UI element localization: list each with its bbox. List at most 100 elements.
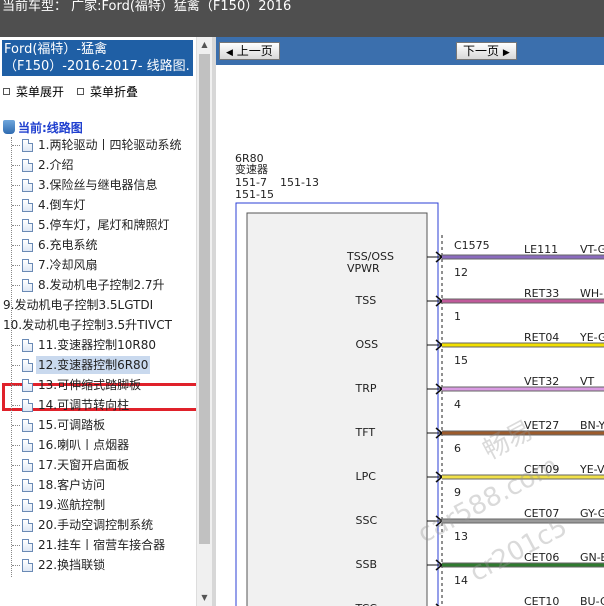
tree-item[interactable]: 1.两轮驱动丨四轮驱动系统 [0, 135, 196, 155]
tree-item-label: 1.两轮驱动丨四轮驱动系统 [38, 138, 182, 152]
square-icon [3, 88, 10, 95]
prev-page-button[interactable]: ◀ 上一页 [219, 42, 280, 60]
tree-item-label: 15.可调踏板 [38, 418, 106, 432]
wire-color-code: VT-G [580, 243, 604, 256]
document-icon [22, 199, 33, 212]
pin-number: 13 [454, 530, 468, 543]
pin-signal-label: SSC [355, 514, 378, 527]
document-icon [22, 499, 33, 512]
pin-signal-label: OSS [355, 338, 379, 351]
tree-item[interactable]: 3.保险丝与继电器信息 [0, 175, 196, 195]
document-icon [22, 539, 33, 552]
tree-branch-line [12, 225, 20, 226]
document-icon [22, 179, 33, 192]
tree-branch-line [12, 285, 20, 286]
tree-branch-line [12, 205, 20, 206]
circuit-code: CET07 [524, 507, 560, 520]
tree-item[interactable]: 7.冷却风扇 [0, 255, 196, 275]
tree-branch-line [12, 405, 20, 406]
tree-item-label: 13.可伸缩式踏脚板 [38, 378, 142, 392]
tree-branch-line [12, 545, 20, 546]
next-page-button[interactable]: 下一页 ▶ [456, 42, 517, 60]
tree-item-label: 20.手动空调控制系统 [38, 518, 154, 532]
tree-item[interactable]: 5.停车灯，尾灯和牌照灯 [0, 215, 196, 235]
pin-number: 14 [454, 574, 468, 587]
collapse-menu-button[interactable]: 菜单折叠 [77, 83, 138, 100]
tree-item[interactable]: 22.换挡联锁 [0, 555, 196, 575]
wire-color-code: YE-V [580, 463, 604, 476]
model-header-line1: Ford(福特）-猛禽 [4, 42, 108, 57]
pin-signal-label: SSB [355, 558, 378, 571]
scroll-up-icon[interactable]: ▲ [197, 37, 212, 53]
circuit-code: CET09 [524, 463, 560, 476]
model-header: Ford(福特）-猛禽 （F150）-2016-2017- 线路图. [2, 40, 193, 76]
document-icon [22, 419, 33, 432]
tree-item-label: 6.充电系统 [38, 238, 98, 252]
pin-signal-label: LPC [355, 470, 376, 483]
tree-item[interactable]: 18.客户访问 [0, 475, 196, 495]
tree-item-label: 9.发动机电子控制3.5LGTDI [3, 298, 154, 312]
tree-item[interactable]: 19.巡航控制 [0, 495, 196, 515]
circuit-code: CET06 [524, 551, 560, 564]
tree-item[interactable]: 2.介绍 [0, 155, 196, 175]
left-scrollbar[interactable]: ▲ ▼ [196, 37, 212, 606]
tree-item-label: 7.冷却风扇 [38, 258, 98, 272]
document-icon [22, 379, 33, 392]
tree-item[interactable]: 12.变速器控制6R80 [0, 355, 196, 375]
pin-number: 1 [454, 310, 461, 323]
tree-item-label: 21.挂车丨宿营车接合器 [38, 538, 166, 552]
circuit-code: CET10 [524, 595, 560, 606]
wire-color-code: BU-G [580, 595, 604, 606]
tree-item[interactable]: 10.发动机电子控制3.5升TIVCT [0, 315, 196, 335]
circuit-code: VET32 [524, 375, 560, 388]
tree-item[interactable]: 21.挂车丨宿营车接合器 [0, 535, 196, 555]
tree-item-label: 12.变速器控制6R80 [36, 356, 151, 374]
expand-menu-button[interactable]: 菜单展开 [3, 83, 64, 100]
tree-item[interactable]: 8.发动机电子控制2.7升 [0, 275, 196, 295]
document-icon [22, 159, 33, 172]
document-icon [22, 559, 33, 572]
wire-color-code: WH- [580, 287, 604, 300]
document-icon [22, 259, 33, 272]
tree-item-label: 19.巡航控制 [38, 498, 106, 512]
tree-branch-line [12, 445, 20, 446]
document-icon [22, 399, 33, 412]
tree-item[interactable]: 6.充电系统 [0, 235, 196, 255]
tree-branch-line [12, 385, 20, 386]
scroll-thumb[interactable] [199, 54, 210, 544]
pin-number: 15 [454, 354, 468, 367]
pin-number: 12 [454, 266, 468, 279]
pin-signal-label: VPWR [347, 262, 380, 275]
square-icon [77, 88, 84, 95]
wire-color-code: YE-G [580, 331, 604, 344]
tree-item-label: 22.换挡联锁 [38, 558, 106, 572]
arrow-left-icon: ◀ [226, 48, 233, 58]
tree-item[interactable]: 11.变速器控制10R80 [0, 335, 196, 355]
tree-item[interactable]: 17.天窗开启面板 [0, 455, 196, 475]
pin-number: 9 [454, 486, 461, 499]
tree-item-label: 16.喇叭丨点烟器 [38, 438, 130, 452]
arrow-right-icon: ▶ [502, 48, 510, 58]
module-body [246, 212, 428, 606]
left-nav-panel: Ford(福特）-猛禽 （F150）-2016-2017- 线路图. 菜单展开 … [0, 37, 212, 606]
tree-item[interactable]: 4.倒车灯 [0, 195, 196, 215]
document-icon [22, 219, 33, 232]
tree-branch-line [12, 485, 20, 486]
tree-item[interactable]: 13.可伸缩式踏脚板 [0, 375, 196, 395]
scroll-down-icon[interactable]: ▼ [197, 590, 212, 606]
document-icon [22, 279, 33, 292]
current-folder-label: 当前:线路图 [18, 121, 83, 135]
current-folder[interactable]: 当前:线路图 [3, 119, 83, 136]
tree-item[interactable]: 15.可调踏板 [0, 415, 196, 435]
tree-item[interactable]: 14.可调节转向柱 [0, 395, 196, 415]
tree-item[interactable]: 16.喇叭丨点烟器 [0, 435, 196, 455]
wire-color-code: GY-G [580, 507, 604, 520]
tree-branch-line [12, 345, 20, 346]
document-icon [22, 519, 33, 532]
tree-item[interactable]: 20.手动空调控制系统 [0, 515, 196, 535]
tree-branch-line [12, 505, 20, 506]
pin-signal-label: TSS [355, 294, 377, 307]
diagram-viewer: ◀ 上一页 下一页 ▶ 6R80 变速器 151-7 151-13 151-15… [216, 37, 604, 606]
tree-branch-line [12, 465, 20, 466]
tree-item[interactable]: 9.发动机电子控制3.5LGTDI [0, 295, 196, 315]
